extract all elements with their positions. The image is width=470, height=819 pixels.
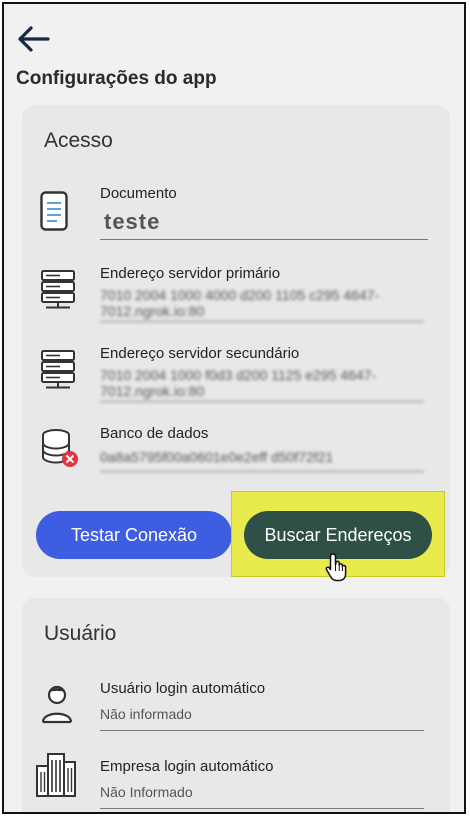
test-connection-button[interactable]: Testar Conexão [36,511,232,559]
server-icon [40,349,76,394]
acesso-card: Acesso Documento teste Endereço servidor… [22,105,450,582]
usuario-login-label: Usuário login automático [100,680,266,697]
banco-dados-field[interactable]: 0a8a5795f00a0601e0e2eff d50f72f21 [100,449,424,472]
app-frame: Configurações do app Acesso Documento te… [2,2,466,814]
usuario-login-field[interactable]: Não informado [100,706,424,731]
documento-field[interactable]: teste [100,209,428,240]
documento-label: Documento [100,185,177,202]
database-error-icon [40,427,80,474]
hand-pointer-icon [324,552,352,582]
acesso-title: Acesso [44,129,113,152]
building-icon [34,750,78,803]
servidor-secundario-label: Endereço servidor secundário [100,345,300,362]
servidor-secundario-field[interactable]: 7010 2004 1000 f0d3 d200 1125 e295 4647-… [100,367,424,402]
empresa-login-label: Empresa login automático [100,758,274,775]
empresa-login-field[interactable]: Não Informado [100,784,424,809]
server-icon [40,269,76,314]
page-title: Configurações do app [16,68,217,89]
servidor-primario-label: Endereço servidor primário [100,265,281,282]
user-icon [40,684,74,729]
back-arrow-icon[interactable] [16,24,52,54]
banco-dados-label: Banco de dados [100,425,209,442]
usuario-title: Usuário [44,622,117,645]
usuario-card: Usuário Usuário login automático Não inf… [22,598,450,812]
servidor-primario-field[interactable]: 7010 2004 1000 4000 d200 1105 c295 4647-… [100,287,424,322]
document-icon [40,191,68,236]
